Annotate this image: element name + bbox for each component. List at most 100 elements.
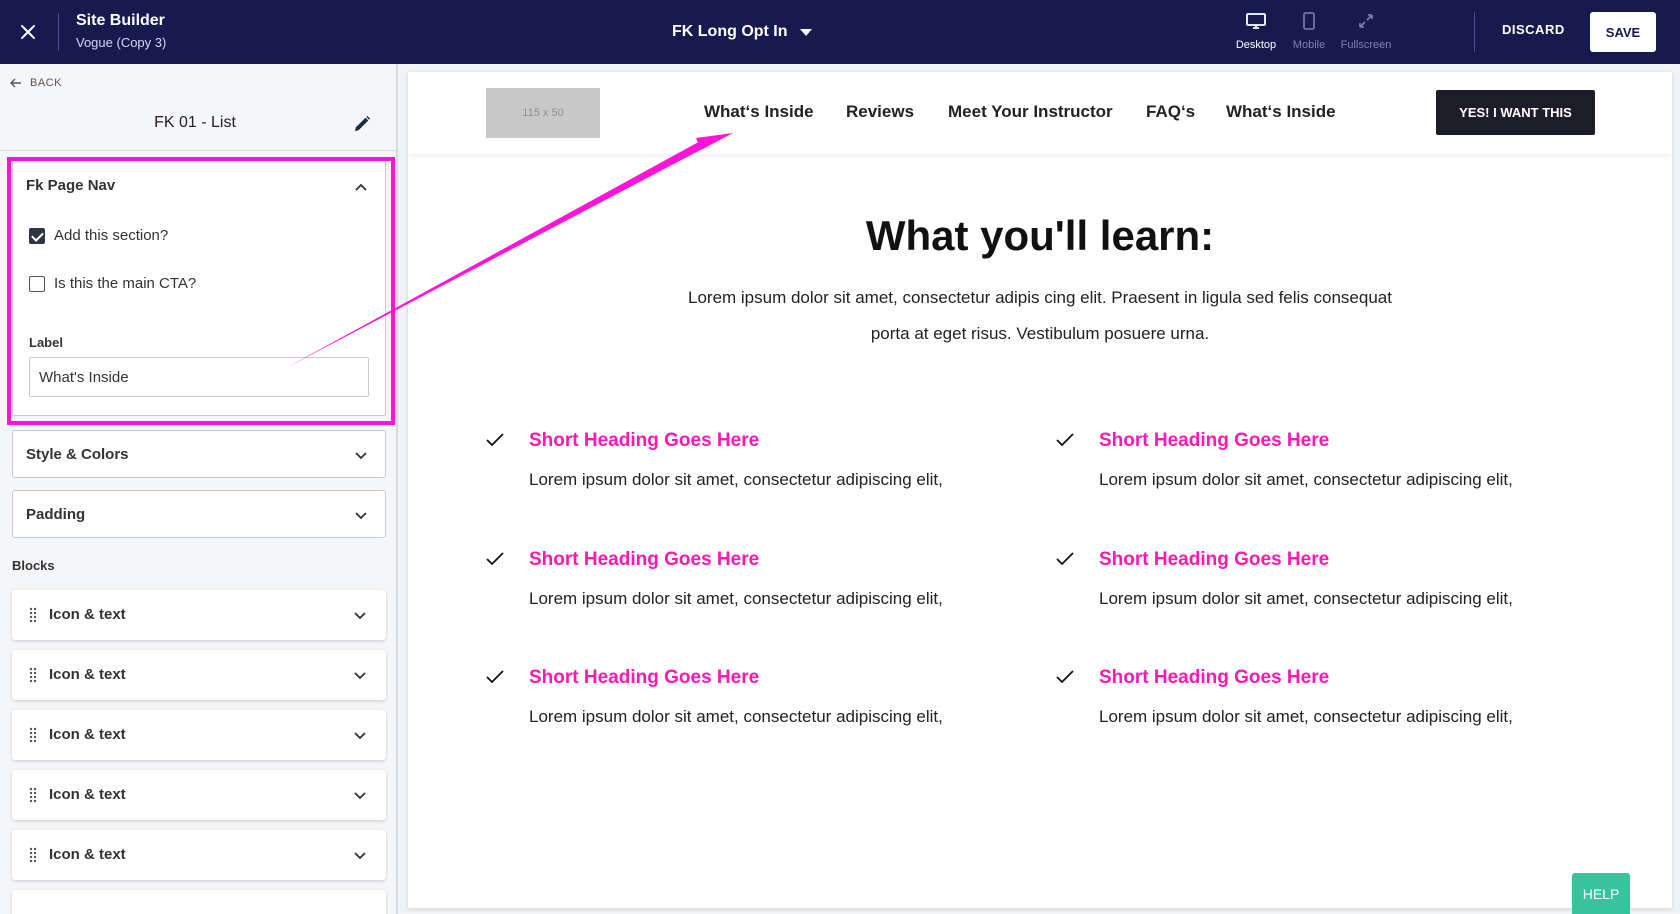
intro-line-2: porta at eget risus. Vestibulum posuere … [870,324,1210,343]
page-preview: 115 x 50 What‘s Inside Reviews Meet Your… [408,72,1672,908]
block-item[interactable]: Icon & text [12,770,386,820]
page-nav-panel: Fk Page Nav Add this section? Is this th… [12,160,386,416]
drag-handle-icon[interactable] [29,727,37,743]
blocks-heading: Blocks [12,558,55,573]
feature-item: Short Heading Goes Here Lorem ipsum dolo… [485,430,985,520]
feature-item: Short Heading Goes Here Lorem ipsum dolo… [1055,549,1555,639]
back-label: BACK [30,77,62,89]
top-bar: Site Builder Vogue (Copy 3) FK Long Opt … [0,0,1680,64]
block-item[interactable]: Icon & text [12,650,386,700]
intro-line-1: Lorem ipsum dolor sit amet, consectetur … [688,288,1392,307]
feature-heading: Short Heading Goes Here [1099,430,1330,451]
chevron-down-icon [355,512,367,520]
checkmark-icon [486,552,504,566]
app-title: Site Builder [76,12,165,29]
chevron-down-icon [355,452,367,460]
feature-heading: Short Heading Goes Here [1099,549,1330,570]
main-cta-label: Is this the main CTA? [54,275,197,292]
block-label: Icon & text [49,726,126,743]
nav-link-whats-inside-2[interactable]: What‘s Inside [1226,102,1336,122]
checkmark-icon [486,670,504,684]
sidebar-divider [0,150,396,151]
chevron-up-icon [355,183,367,191]
feature-body: Lorem ipsum dolor sit amet, consectetur … [529,589,943,608]
view-mobile-label: Mobile [1292,39,1326,51]
feature-body: Lorem ipsum dolor sit amet, consectetur … [529,470,943,489]
feature-body: Lorem ipsum dolor sit amet, consectetur … [529,707,943,726]
page-name: FK Long Opt In [672,23,788,40]
drag-handle-icon[interactable] [29,607,37,623]
collapse-panel-button[interactable] [353,179,369,195]
close-icon [21,25,35,39]
feature-item: Short Heading Goes Here Lorem ipsum dolo… [1055,430,1555,520]
chevron-down-icon [354,612,366,620]
discard-button[interactable]: DISCARD [1502,22,1565,37]
nav-link-reviews[interactable]: Reviews [846,102,914,122]
sidebar: BACK FK 01 - List Fk Page Nav Add this s… [0,64,398,914]
feature-heading: Short Heading Goes Here [1099,667,1330,688]
feature-heading: Short Heading Goes Here [529,430,760,451]
feature-item: Short Heading Goes Here Lorem ipsum dolo… [485,549,985,639]
nav-link-faqs[interactable]: FAQ‘s [1146,102,1195,122]
add-section-label: Add this section? [54,227,169,244]
save-button[interactable]: SAVE [1590,12,1656,52]
feature-heading: Short Heading Goes Here [529,667,760,688]
add-section-checkbox[interactable]: Add this section? [29,227,168,244]
padding-label: Padding [26,506,86,523]
drag-handle-icon[interactable] [29,847,37,863]
preview-navbar: 115 x 50 What‘s Inside Reviews Meet Your… [408,72,1672,154]
mobile-icon [1303,12,1315,30]
topbar-divider-right [1474,12,1475,52]
checkmark-icon [1056,433,1074,447]
style-colors-section[interactable]: Style & Colors [12,430,386,478]
block-item[interactable]: Icon & text [12,830,386,880]
checkmark-icon [1056,670,1074,684]
view-fullscreen-button[interactable]: Fullscreen [1336,12,1396,54]
block-item[interactable] [12,890,386,914]
feature-heading: Short Heading Goes Here [529,549,760,570]
checkbox-unchecked[interactable] [29,275,45,292]
label-field-label: Label [29,335,63,350]
app-subtitle: Vogue (Copy 3) [76,35,167,50]
checkmark-icon [1056,552,1074,566]
view-fullscreen-label: Fullscreen [1340,39,1392,51]
feature-body: Lorem ipsum dolor sit amet, consectetur … [1099,589,1513,608]
checkbox-checked[interactable] [29,227,45,244]
intro-text: Lorem ipsum dolor sit amet, consectetur … [658,280,1422,352]
logo-placeholder: 115 x 50 [486,88,600,138]
style-colors-label: Style & Colors [26,446,129,463]
block-label: Icon & text [49,666,126,683]
pencil-icon [355,115,371,131]
label-input[interactable] [29,357,369,397]
help-button[interactable]: HELP [1572,873,1630,914]
nav-link-instructor[interactable]: Meet Your Instructor [948,102,1113,122]
view-mobile-button[interactable]: Mobile [1279,12,1339,54]
arrow-left-icon [10,78,21,88]
block-item[interactable]: Icon & text [12,590,386,640]
block-label: Icon & text [49,846,126,863]
desktop-icon [1246,13,1266,29]
chevron-down-icon [354,732,366,740]
chevron-down-icon [354,852,366,860]
page-selector[interactable]: FK Long Opt In [672,20,812,44]
view-desktop-button[interactable]: Desktop [1226,12,1286,54]
chevron-down-icon [354,672,366,680]
section-heading: What you'll learn: [865,212,1215,259]
edit-button[interactable] [352,114,372,134]
topbar-divider [58,13,59,51]
back-link[interactable]: BACK [10,77,62,89]
main-cta-checkbox[interactable]: Is this the main CTA? [29,275,196,292]
feature-body: Lorem ipsum dolor sit amet, consectetur … [1099,707,1513,726]
block-item[interactable]: Icon & text [12,710,386,760]
nav-link-whats-inside[interactable]: What‘s Inside [704,102,814,122]
view-desktop-label: Desktop [1235,39,1277,51]
padding-section[interactable]: Padding [12,490,386,538]
panel-title: Fk Page Nav [26,177,116,194]
feature-body: Lorem ipsum dolor sit amet, consectetur … [1099,470,1513,489]
close-button[interactable] [14,18,42,46]
drag-handle-icon[interactable] [29,667,37,683]
block-label: Icon & text [49,786,126,803]
feature-item: Short Heading Goes Here Lorem ipsum dolo… [485,667,985,757]
cta-button[interactable]: YES! I WANT THIS [1436,90,1595,135]
drag-handle-icon[interactable] [29,787,37,803]
